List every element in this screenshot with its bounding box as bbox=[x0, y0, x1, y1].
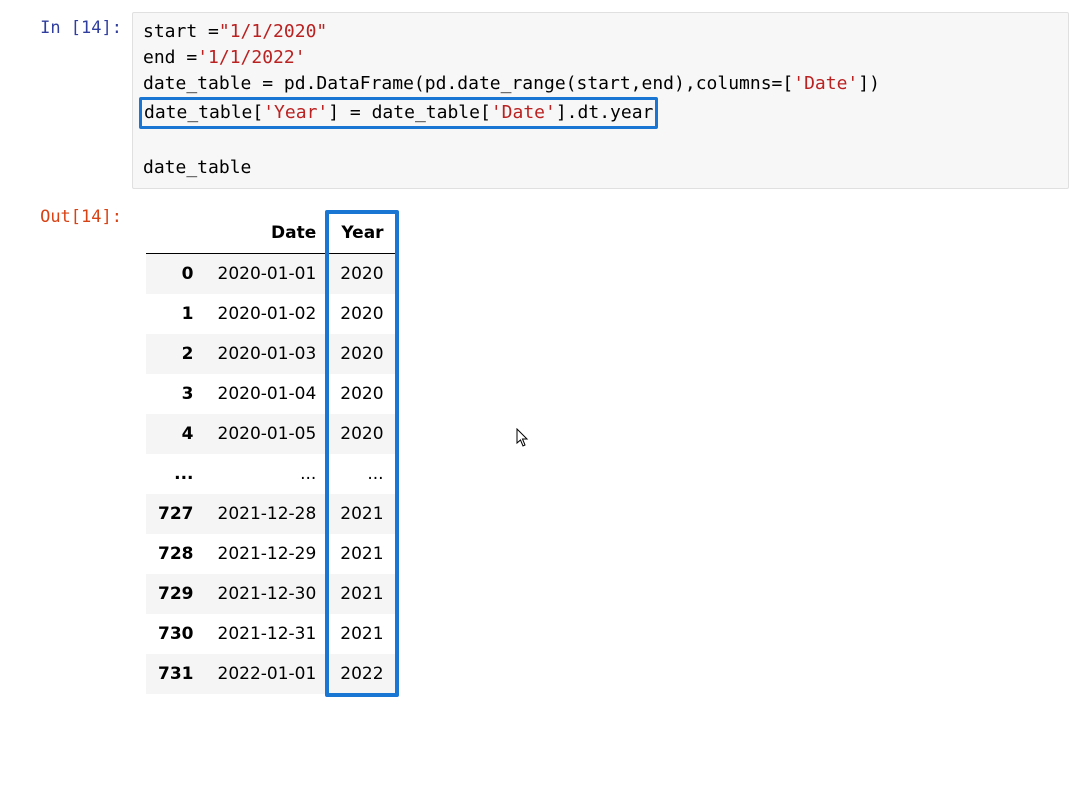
df-index: 1 bbox=[146, 294, 206, 334]
prompt-out-suffix: ]: bbox=[102, 207, 122, 227]
df-index: 730 bbox=[146, 614, 206, 654]
code-token: ]) bbox=[858, 73, 880, 94]
df-index: ... bbox=[146, 454, 206, 494]
df-corner bbox=[146, 213, 206, 254]
table-wrap: DateYear02020-01-01202012020-01-02202022… bbox=[132, 209, 396, 694]
df-index: 0 bbox=[146, 253, 206, 294]
code-token: start bbox=[143, 21, 208, 42]
df-index: 728 bbox=[146, 534, 206, 574]
table-row: 7272021-12-282021 bbox=[146, 494, 396, 534]
code-token: 'Date' bbox=[793, 73, 858, 94]
df-year-cell: 2020 bbox=[328, 334, 395, 374]
df-year-cell: 2020 bbox=[328, 294, 395, 334]
df-year-cell: 2021 bbox=[328, 614, 395, 654]
table-row: 02020-01-012020 bbox=[146, 253, 396, 294]
df-date-cell: 2020-01-05 bbox=[206, 414, 329, 454]
df-year-cell: 2021 bbox=[328, 574, 395, 614]
input-prompt: In [14]: bbox=[10, 12, 132, 38]
df-index: 2 bbox=[146, 334, 206, 374]
df-date-cell: 2020-01-02 bbox=[206, 294, 329, 334]
code-token: date_table bbox=[143, 157, 251, 178]
df-index: 4 bbox=[146, 414, 206, 454]
table-row: 7282021-12-292021 bbox=[146, 534, 396, 574]
output-cell: Out[14]: DateYear02020-01-01202012020-01… bbox=[0, 201, 1069, 698]
output-area: DateYear02020-01-01202012020-01-02202022… bbox=[132, 201, 1069, 698]
df-date-cell: 2020-01-04 bbox=[206, 374, 329, 414]
df-year-cell: 2021 bbox=[328, 534, 395, 574]
prompt-out-prefix: Out[ bbox=[40, 207, 81, 227]
table-row: 7312022-01-012022 bbox=[146, 654, 396, 694]
df-date-cell: 2020-01-03 bbox=[206, 334, 329, 374]
table-row: ......... bbox=[146, 454, 396, 494]
df-index: 729 bbox=[146, 574, 206, 614]
df-date-cell: 2022-01-01 bbox=[206, 654, 329, 694]
df-year-cell: 2020 bbox=[328, 253, 395, 294]
code-token: 'Year' bbox=[263, 102, 328, 123]
df-year-cell: 2022 bbox=[328, 654, 395, 694]
table-row: 42020-01-052020 bbox=[146, 414, 396, 454]
df-index: 731 bbox=[146, 654, 206, 694]
dataframe-table: DateYear02020-01-01202012020-01-02202022… bbox=[146, 213, 396, 694]
table-row: 7302021-12-312021 bbox=[146, 614, 396, 654]
table-row: 32020-01-042020 bbox=[146, 374, 396, 414]
code-token: "1/1/2020" bbox=[219, 21, 327, 42]
code-token: date_table bbox=[143, 73, 262, 94]
code-token: ].dt.year bbox=[556, 102, 654, 123]
prompt-in-prefix: In [ bbox=[40, 18, 81, 38]
code-token: end bbox=[143, 47, 186, 68]
input-cell: In [14]: start ="1/1/2020" end ='1/1/202… bbox=[0, 12, 1069, 189]
table-row: 12020-01-022020 bbox=[146, 294, 396, 334]
df-year-cell: 2020 bbox=[328, 414, 395, 454]
code-token: = bbox=[186, 47, 197, 68]
code-token: ] = date_table[ bbox=[328, 102, 491, 123]
code-token: date_table[ bbox=[144, 102, 263, 123]
df-col-year: Year bbox=[328, 213, 395, 254]
prompt-out-count: 14 bbox=[81, 207, 101, 227]
code-token: 'Date' bbox=[491, 102, 556, 123]
code-highlight-box: date_table['Year'] = date_table['Date'].… bbox=[139, 97, 658, 129]
df-col-date: Date bbox=[206, 213, 329, 254]
code-block[interactable]: start ="1/1/2020" end ='1/1/2022' date_t… bbox=[143, 19, 1058, 182]
df-year-cell: 2020 bbox=[328, 374, 395, 414]
table-row: 7292021-12-302021 bbox=[146, 574, 396, 614]
df-date-cell: ... bbox=[206, 454, 329, 494]
prompt-in-count: 14 bbox=[81, 18, 101, 38]
df-date-cell: 2021-12-30 bbox=[206, 574, 329, 614]
code-input-area[interactable]: start ="1/1/2020" end ='1/1/2022' date_t… bbox=[132, 12, 1069, 189]
df-index: 3 bbox=[146, 374, 206, 414]
df-date-cell: 2021-12-28 bbox=[206, 494, 329, 534]
prompt-in-suffix: ]: bbox=[102, 18, 122, 38]
code-token: = bbox=[208, 21, 219, 42]
code-token: '1/1/2022' bbox=[197, 47, 305, 68]
table-row: 22020-01-032020 bbox=[146, 334, 396, 374]
output-prompt: Out[14]: bbox=[10, 201, 132, 227]
df-index: 727 bbox=[146, 494, 206, 534]
df-date-cell: 2021-12-29 bbox=[206, 534, 329, 574]
df-date-cell: 2021-12-31 bbox=[206, 614, 329, 654]
df-date-cell: 2020-01-01 bbox=[206, 253, 329, 294]
df-year-cell: ... bbox=[328, 454, 395, 494]
code-token: = pd.DataFrame(pd.date_range(start,end),… bbox=[262, 73, 793, 94]
df-year-cell: 2021 bbox=[328, 494, 395, 534]
